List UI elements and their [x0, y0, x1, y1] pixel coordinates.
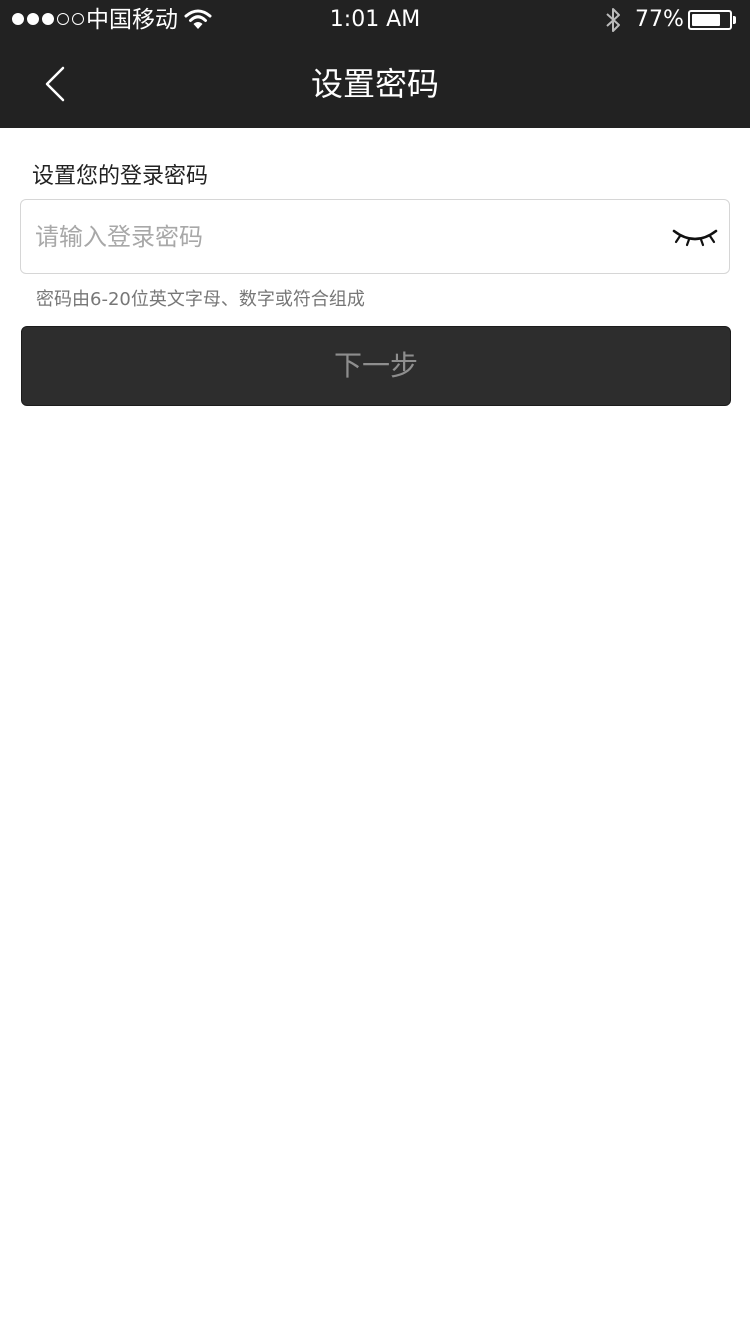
- status-bar: 中国移动 1:01 AM 77%: [0, 0, 750, 40]
- battery-percent: 77%: [635, 7, 684, 32]
- password-field[interactable]: [20, 199, 730, 274]
- password-label: 设置您的登录密码: [32, 164, 209, 189]
- back-button[interactable]: [30, 58, 80, 110]
- bluetooth-icon: [606, 8, 620, 32]
- battery-cap: [733, 16, 736, 24]
- chevron-left-icon: [45, 66, 65, 102]
- password-input[interactable]: [35, 200, 655, 273]
- nav-bar: 设置密码: [0, 40, 750, 128]
- password-hint: 密码由6-20位英文字母、数字或符合组成: [36, 289, 365, 310]
- battery-icon: [688, 10, 732, 30]
- next-step-button[interactable]: 下一步: [21, 326, 731, 406]
- eye-closed-icon[interactable]: [671, 222, 719, 250]
- page-title: 设置密码: [310, 65, 439, 103]
- battery-level-fill: [692, 14, 720, 26]
- set-password-screen: 中国移动 1:01 AM 77% 设置密码 设置您的登录密码 密码由6-20位英…: [0, 0, 750, 1334]
